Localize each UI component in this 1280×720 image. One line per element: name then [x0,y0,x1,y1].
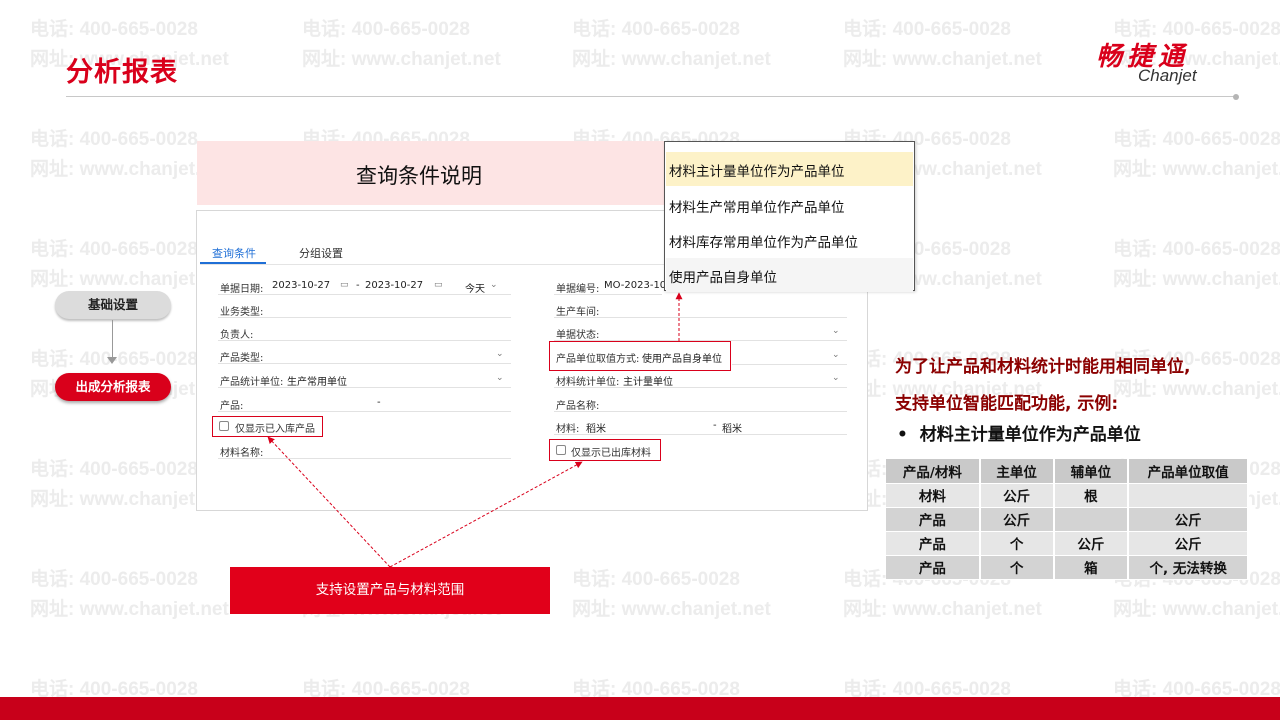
dropdown-option[interactable]: 使用产品自身单位 [666,258,913,292]
dropdown-option[interactable]: 材料主计量单位作为产品单位 [666,152,913,186]
annotation-arrows [267,292,683,568]
dropdown-option[interactable]: 材料库存常用单位作为产品单位 [666,223,913,257]
dropdown-option[interactable]: 材料生产常用单位作产品单位 [666,188,913,222]
arrow-to-material-checkbox [389,461,583,568]
unit-mode-dropdown: 材料主计量单位作为产品单位 材料生产常用单位作产品单位 材料库存常用单位作为产品… [664,141,915,292]
arrow-to-product-checkbox [267,436,391,568]
